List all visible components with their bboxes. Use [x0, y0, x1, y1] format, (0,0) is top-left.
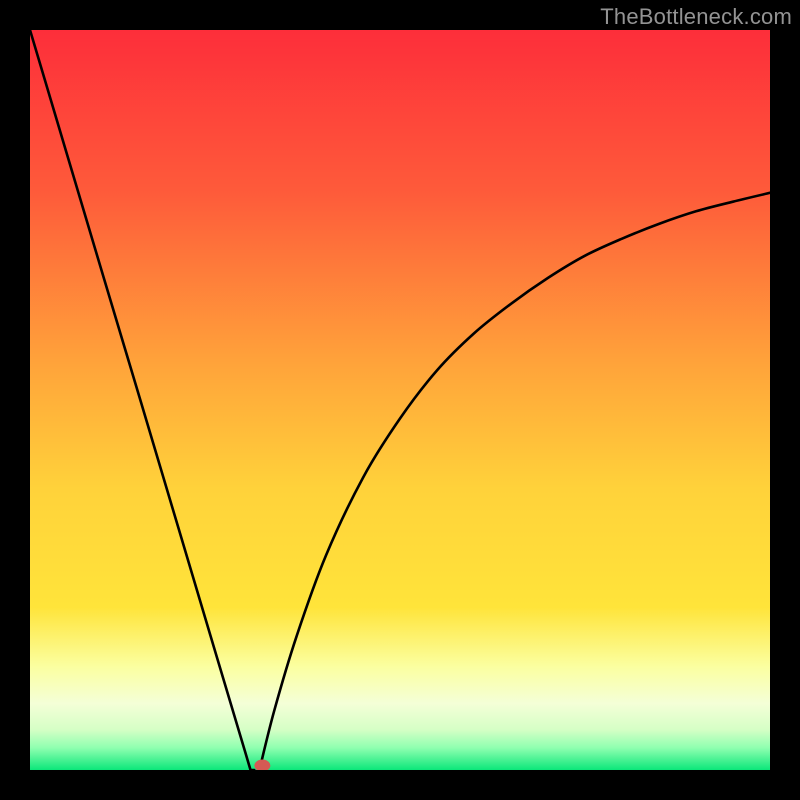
chart-plot: [30, 30, 770, 770]
watermark-text: TheBottleneck.com: [600, 4, 792, 30]
chart-frame: TheBottleneck.com: [0, 0, 800, 800]
